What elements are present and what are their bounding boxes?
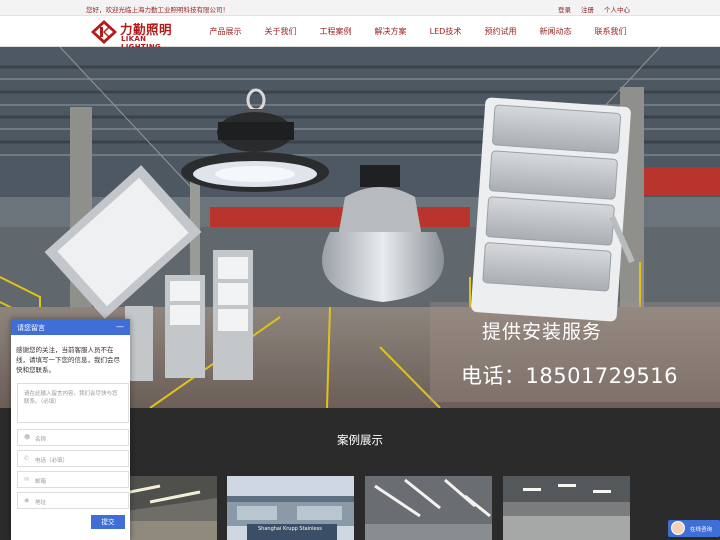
address-placeholder: 地址 xyxy=(35,500,47,506)
case-thumb-4[interactable] xyxy=(503,476,630,540)
case-sign-text: Shanghai Krupp Stainless xyxy=(258,526,322,532)
top-links: 登录 注册 个人中心 xyxy=(558,4,630,14)
name-placeholder: 名称 xyxy=(35,437,47,443)
banner-phone-text: 电话：18501729516 xyxy=(461,364,678,388)
message-textarea[interactable]: 请在此输入留言内容，我们会尽快与您联系。（必填） xyxy=(17,383,129,423)
logo[interactable]: 力勤照明 LIKAN LIGHTING xyxy=(90,18,180,51)
header: 力勤照明 LIKAN LIGHTING 产品展示 关于我们 工程案例 解决方案 … xyxy=(0,16,720,51)
nav-products[interactable]: 产品展示 xyxy=(198,26,253,37)
top-bar: 您好，欢迎光临上海力勤工业照明科技有限公司！ 登录 注册 个人中心 xyxy=(0,0,720,16)
welcome-text: 您好，欢迎光临上海力勤工业照明科技有限公司！ xyxy=(86,6,229,14)
phone-field[interactable]: ✆ 电话（必填） xyxy=(17,450,129,467)
submit-button[interactable]: 提交 xyxy=(91,515,125,529)
location-icon: ◉ xyxy=(24,497,30,504)
case-thumb-3[interactable] xyxy=(365,476,492,540)
page: 您好，欢迎光临上海力勤工业照明科技有限公司！ 登录 注册 个人中心 力勤照明 L… xyxy=(0,0,720,540)
register-link[interactable]: 注册 xyxy=(581,4,594,14)
nav-led-tech[interactable]: LED技术 xyxy=(418,26,473,37)
login-link[interactable]: 登录 xyxy=(558,4,571,14)
phone-icon: ✆ xyxy=(24,455,30,462)
main-nav: 产品展示 关于我们 工程案例 解决方案 LED技术 预约试用 新闻动态 联系我们 xyxy=(198,26,638,37)
message-widget-header: 请您留言 — xyxy=(11,319,130,335)
address-field[interactable]: ◉ 地址 xyxy=(17,492,129,509)
banner-service-text: 提供安装服务 xyxy=(482,321,603,343)
message-widget: 请您留言 — 感谢您的关注，当前客服人员不在线，请填写一下您的信息，我们会尽快和… xyxy=(11,319,130,540)
nav-solutions[interactable]: 解决方案 xyxy=(363,26,418,37)
email-icon: ✉ xyxy=(24,476,30,483)
case-image-4 xyxy=(503,476,630,540)
online-chat-label: 在线咨询 xyxy=(690,527,713,533)
logo-mark-icon xyxy=(91,20,117,44)
nav-trial[interactable]: 预约试用 xyxy=(473,26,528,37)
user-icon: ☻ xyxy=(24,434,31,441)
email-field[interactable]: ✉ 邮箱 xyxy=(17,471,129,488)
nav-contact[interactable]: 联系我们 xyxy=(583,26,638,37)
agent-avatar xyxy=(671,521,685,535)
phone-placeholder: 电话（必填） xyxy=(35,458,69,464)
case-image-3 xyxy=(365,476,492,540)
user-center-link[interactable]: 个人中心 xyxy=(604,4,630,14)
nav-about[interactable]: 关于我们 xyxy=(253,26,308,37)
online-chat-button[interactable]: 在线咨询 xyxy=(668,520,720,537)
case-thumb-2[interactable]: Shanghai Krupp Stainless xyxy=(227,476,354,540)
message-widget-notice: 感谢您的关注，当前客服人员不在线，请填写一下您的信息，我们会尽快和您联系。 xyxy=(16,346,120,374)
nav-news[interactable]: 新闻动态 xyxy=(528,26,583,37)
minimize-icon[interactable]: — xyxy=(116,322,124,331)
name-field[interactable]: ☻ 名称 xyxy=(17,429,129,446)
nav-cases[interactable]: 工程案例 xyxy=(308,26,363,37)
email-placeholder: 邮箱 xyxy=(35,479,47,485)
message-widget-title: 请您留言 xyxy=(17,324,45,332)
